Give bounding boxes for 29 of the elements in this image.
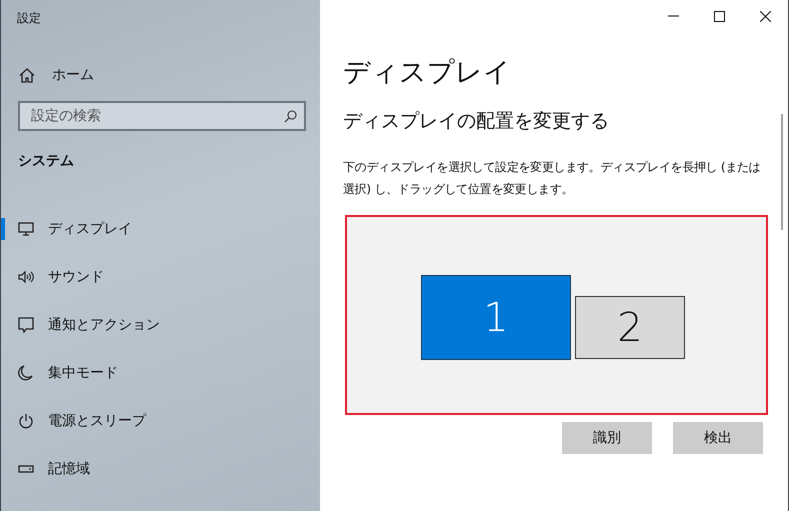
- identify-button[interactable]: 識別: [562, 422, 652, 454]
- nav-item[interactable]: 記憶域: [1, 445, 320, 493]
- nav-item[interactable]: ディスプレイ: [1, 205, 320, 253]
- power-icon: [18, 413, 34, 429]
- description: 下のディスプレイを選択して設定を変更します。ディスプレイを長押し (または選択) し、ドラッグして位置を変更します。: [343, 159, 762, 198]
- minimize-icon[interactable]: [668, 15, 678, 17]
- page-title: ディスプレイ: [343, 56, 511, 90]
- section-heading: システム: [18, 152, 74, 170]
- moon-icon: [18, 365, 34, 381]
- message-icon: [18, 317, 34, 333]
- scrollbar[interactable]: [781, 114, 783, 230]
- home-nav-item[interactable]: ホーム: [19, 66, 94, 84]
- nav-item[interactable]: サウンド: [1, 253, 320, 301]
- detect-button[interactable]: 検出: [673, 422, 763, 454]
- monitor-tile[interactable]: 1: [421, 275, 571, 360]
- nav-item[interactable]: 通知とアクション: [1, 301, 320, 349]
- close-icon[interactable]: [760, 10, 770, 22]
- maximize-icon[interactable]: [714, 10, 724, 22]
- nav-item[interactable]: 集中モード: [1, 349, 320, 397]
- search-icon: [284, 110, 297, 123]
- section-title: ディスプレイの配置を変更する: [343, 109, 609, 134]
- speaker-icon: [18, 270, 34, 284]
- monitor-tile[interactable]: 2: [575, 296, 685, 359]
- home-icon: [19, 68, 35, 82]
- drive-icon: [18, 465, 34, 473]
- window-title: 設定: [17, 10, 42, 27]
- monitor-icon: [18, 222, 34, 236]
- search-field[interactable]: 設定の検索: [18, 101, 306, 131]
- nav-item[interactable]: 電源とスリープ: [1, 397, 320, 445]
